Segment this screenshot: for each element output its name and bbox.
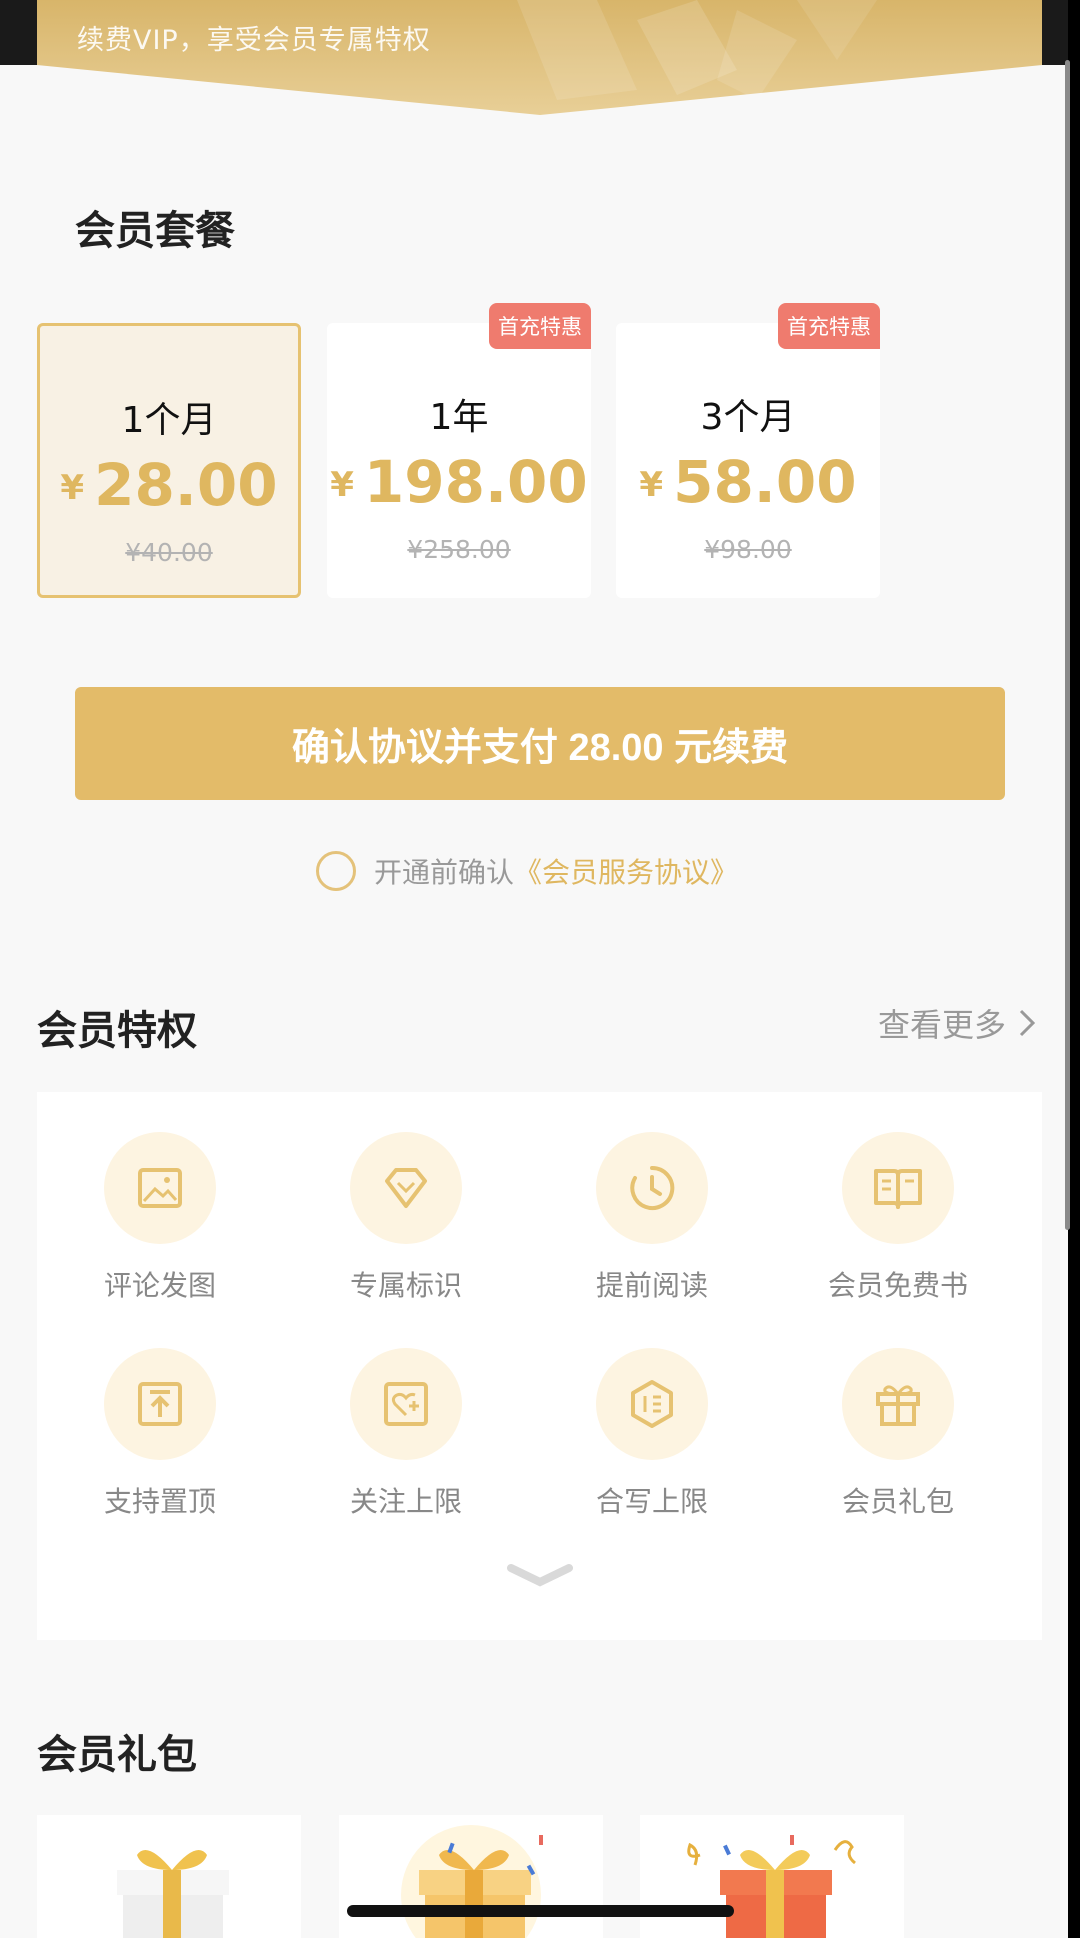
agreement-prefix: 开通前确认 — [374, 856, 515, 889]
gift-card-2[interactable] — [339, 1815, 603, 1938]
privilege-follow-limit[interactable]: 关注上限 — [283, 1348, 529, 1520]
plan-original-price: ¥98.00 — [704, 535, 792, 564]
gift-box-white-icon — [117, 1850, 229, 1938]
plan-card-1-year[interactable]: 首充特惠 1年 ¥198.00 ¥258.00 — [327, 303, 591, 598]
plan-name: 1年 — [429, 397, 489, 438]
plan-original-price: ¥40.00 — [125, 538, 213, 567]
plan-price: ¥28.00 — [60, 451, 278, 519]
gift-card-1[interactable] — [37, 1815, 301, 1938]
privilege-co-write-limit[interactable]: 合写上限 — [529, 1348, 775, 1520]
gift-icon — [842, 1348, 954, 1460]
confirm-pay-button[interactable]: 确认协议并支付 28.00 元续费 — [75, 687, 1005, 800]
gift-box-red-icon — [687, 1835, 856, 1938]
plan-card-1-month[interactable]: 1个月 ¥28.00 ¥40.00 — [37, 323, 301, 598]
agreement-row: 开通前确认 《会员服务协议》 — [316, 850, 738, 892]
scrollbar-thumb[interactable] — [1065, 60, 1070, 1230]
plan-original-price: ¥258.00 — [407, 535, 511, 564]
privilege-exclusive-badge[interactable]: 专属标识 — [283, 1132, 529, 1304]
gifts-section-title: 会员礼包 — [37, 1732, 197, 1778]
gift-card-3[interactable] — [640, 1815, 904, 1938]
pin-top-icon — [104, 1348, 216, 1460]
privilege-pin-top[interactable]: 支持置顶 — [37, 1348, 283, 1520]
service-agreement-link[interactable]: 《会员服务协议》 — [514, 851, 738, 891]
vip-renewal-page: 续费VIP，享受会员专属特权 会员套餐 1个月 ¥28.00 ¥40.00 首充… — [0, 0, 1068, 1938]
header-subtitle: 续费VIP，享受会员专属特权 — [77, 25, 431, 56]
privileges-panel: 评论发图 专属标识 提前阅读 会员免费书 支持置顶 关注上限 合写上限 会员礼包 — [37, 1092, 1042, 1640]
chevron-right-icon — [1019, 1009, 1036, 1037]
privileges-section-title: 会员特权 — [37, 1008, 197, 1054]
privilege-early-read[interactable]: 提前阅读 — [529, 1132, 775, 1304]
privilege-label: 合写上限 — [595, 1485, 708, 1518]
privilege-label: 评论发图 — [103, 1269, 216, 1302]
heart-plus-icon — [350, 1348, 462, 1460]
plan-name: 3个月 — [700, 397, 796, 438]
first-charge-badge: 首充特惠 — [489, 303, 591, 349]
image-icon — [104, 1132, 216, 1244]
diamond-badge-icon — [350, 1132, 462, 1244]
privilege-label: 支持置顶 — [103, 1485, 216, 1518]
hexagon-edit-icon — [596, 1348, 708, 1460]
privilege-label: 提前阅读 — [595, 1269, 708, 1302]
agreement-radio[interactable] — [316, 851, 356, 891]
see-more-label: 查看更多 — [877, 1006, 1006, 1044]
privilege-label: 专属标识 — [349, 1269, 462, 1302]
expand-chevron-icon[interactable] — [507, 1562, 573, 1590]
privilege-label: 会员礼包 — [841, 1485, 954, 1518]
see-more-link[interactable]: 查看更多 — [878, 1000, 1036, 1046]
privilege-gift-pack[interactable]: 会员礼包 — [775, 1348, 1021, 1520]
plan-price: ¥198.00 — [330, 448, 588, 516]
clock-icon — [596, 1132, 708, 1244]
privilege-label: 关注上限 — [349, 1485, 462, 1518]
book-icon — [842, 1132, 954, 1244]
header-edge-left — [0, 0, 37, 65]
plans-section-title: 会员套餐 — [75, 208, 235, 254]
privilege-free-books[interactable]: 会员免费书 — [775, 1132, 1021, 1304]
plan-card-3-months[interactable]: 首充特惠 3个月 ¥58.00 ¥98.00 — [616, 303, 880, 598]
privilege-label: 会员免费书 — [827, 1269, 968, 1302]
privilege-comment-image[interactable]: 评论发图 — [37, 1132, 283, 1304]
home-indicator — [347, 1905, 734, 1917]
plan-price: ¥58.00 — [639, 448, 857, 516]
header-banner: 续费VIP，享受会员专属特权 — [37, 0, 1042, 115]
plan-name: 1个月 — [121, 400, 217, 441]
first-charge-badge: 首充特惠 — [778, 303, 880, 349]
gift-box-gold-icon — [401, 1825, 543, 1938]
